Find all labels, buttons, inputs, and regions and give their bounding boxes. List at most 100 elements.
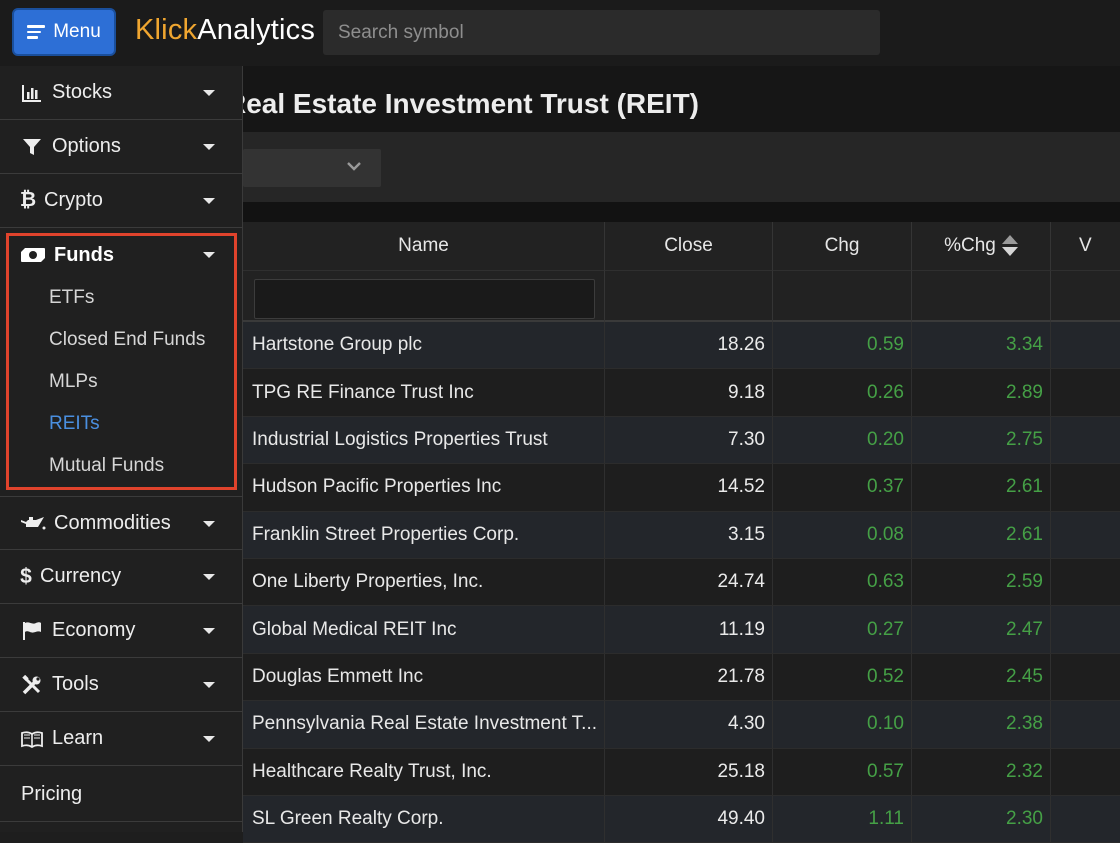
reit-table: Name Close Chg %Chg V Hartstone Group pl… (243, 222, 1120, 843)
dollar-icon: $ (20, 564, 32, 588)
divider (243, 202, 1120, 222)
cell-pchg: 2.75 (912, 416, 1051, 464)
sidebar-item-pricing[interactable]: Pricing (0, 768, 243, 822)
cell-volume (1051, 512, 1120, 558)
cell-name[interactable]: TPG RE Finance Trust Inc (243, 369, 605, 416)
column-header-chg[interactable]: Chg (773, 222, 912, 270)
sidebar-item-label: Economy (52, 619, 136, 641)
table-row[interactable]: Global Medical REIT Inc 11.19 0.27 2.47 (243, 606, 1120, 654)
logo-part-1: Klick (135, 14, 198, 46)
caret-down-icon (203, 198, 215, 204)
top-bar: Menu KlickAnalytics (0, 0, 1120, 66)
table-row[interactable]: Industrial Logistics Properties Trust 7.3… (243, 416, 1120, 465)
cell-volume (1051, 464, 1120, 510)
column-header-close-label: Close (664, 235, 713, 256)
cell-chg: 0.63 (773, 558, 912, 606)
cell-pchg: 2.59 (912, 558, 1051, 606)
column-header-vol-label: V (1079, 235, 1092, 256)
cell-pchg: 3.34 (912, 322, 1051, 369)
sidebar-item-economy[interactable]: Economy (0, 604, 243, 658)
column-header-close[interactable]: Close (605, 222, 773, 270)
cell-name[interactable]: One Liberty Properties, Inc. (243, 558, 605, 606)
filter-bar (243, 132, 1120, 202)
sidebar-item-label: Options (52, 135, 121, 157)
cell-pchg: 2.61 (912, 464, 1051, 511)
cell-chg: 0.59 (773, 322, 912, 369)
cell-close: 14.52 (605, 464, 773, 511)
sidebar-item-label: Currency (40, 565, 122, 587)
sidebar-item-crypto[interactable]: ₿ Crypto (0, 174, 243, 228)
menu-button[interactable]: Menu (12, 8, 116, 56)
cell-chg: 0.27 (773, 606, 912, 653)
table-row[interactable]: Hudson Pacific Properties Inc 14.52 0.37 2.… (243, 464, 1120, 512)
caret-down-icon (203, 144, 215, 150)
caret-down-icon (203, 628, 215, 634)
cell-name[interactable]: SL Green Realty Corp. (243, 795, 605, 843)
cell-close: 18.26 (605, 322, 773, 369)
main-content: Real Estate Investment Trust (REIT) Name… (226, 66, 1120, 843)
sidebar-item-options[interactable]: Options (0, 120, 243, 174)
cell-close: 4.30 (605, 701, 773, 748)
book-icon (20, 730, 44, 748)
search-input[interactable] (323, 10, 880, 55)
caret-down-icon (203, 682, 215, 688)
sidebar-item-label: Crypto (44, 189, 103, 211)
cell-pchg: 2.38 (912, 701, 1051, 748)
cell-volume (1051, 369, 1120, 415)
cell-name[interactable]: Pennsylvania Real Estate Investment T... (243, 701, 605, 748)
table-row[interactable]: Healthcare Realty Trust, Inc. 25.18 0.57 2.… (243, 748, 1120, 796)
filter-icon (20, 137, 44, 157)
filter-dropdown[interactable] (243, 149, 381, 187)
tools-icon (20, 674, 44, 695)
chevron-down-icon (345, 157, 363, 180)
caret-down-icon (203, 574, 215, 580)
sidebar-item-tools[interactable]: Tools (0, 658, 243, 712)
table-row[interactable]: SL Green Realty Corp. 49.40 1.11 2.30 (243, 795, 1120, 843)
cell-close: 24.74 (605, 558, 773, 606)
table-row[interactable]: One Liberty Properties, Inc. 24.74 0.63 2.5… (243, 558, 1120, 607)
column-header-chg-label: Chg (824, 235, 860, 256)
table-row[interactable]: Pennsylvania Real Estate Investment T...… (243, 701, 1120, 749)
column-header-vol[interactable]: V (1051, 222, 1120, 270)
sidebar-item-currency[interactable]: $ Currency (0, 550, 243, 604)
sidebar-item-label: Commodities (54, 511, 171, 534)
caret-down-icon (203, 90, 215, 96)
hamburger-icon (27, 22, 46, 42)
highlight-box (6, 233, 237, 490)
cell-pchg: 2.30 (912, 795, 1051, 843)
sidebar-item-learn[interactable]: Learn (0, 712, 243, 766)
column-header-pchg[interactable]: %Chg (912, 222, 1051, 270)
cell-name[interactable]: Hudson Pacific Properties Inc (243, 464, 605, 511)
cell-name[interactable]: Hartstone Group plc (243, 322, 605, 369)
sidebar-item-commodities[interactable]: Commodities (0, 496, 243, 550)
cell-chg: 0.26 (773, 369, 912, 416)
cell-chg: 0.37 (773, 464, 912, 511)
sort-icon (1001, 234, 1018, 258)
cell-name[interactable]: Global Medical REIT Inc (243, 606, 605, 653)
cell-name[interactable]: Douglas Emmett Inc (243, 653, 605, 701)
cell-name[interactable]: Industrial Logistics Properties Trust (243, 416, 605, 464)
table-row[interactable]: Franklin Street Properties Corp. 3.15 0.08… (243, 511, 1120, 559)
cell-close: 25.18 (605, 748, 773, 795)
cell-close: 3.15 (605, 511, 773, 558)
table-row[interactable]: TPG RE Finance Trust Inc 9.18 0.26 2.89 (243, 369, 1120, 417)
page-title: Real Estate Investment Trust (REIT) (226, 88, 700, 119)
sidebar-item-stocks[interactable]: Stocks (0, 66, 243, 120)
logo[interactable]: KlickAnalytics (135, 14, 315, 47)
cell-close: 9.18 (605, 369, 773, 416)
page-title-bar: Real Estate Investment Trust (REIT) (226, 66, 1120, 132)
cell-pchg: 2.45 (912, 653, 1051, 701)
table-header: Name Close Chg %Chg V (243, 222, 1120, 322)
cell-name[interactable]: Franklin Street Properties Corp. (243, 511, 605, 558)
table-row[interactable]: Hartstone Group plc 18.26 0.59 3.34 (243, 322, 1120, 370)
table-row[interactable]: Douglas Emmett Inc 21.78 0.52 2.45 (243, 653, 1120, 702)
cell-name[interactable]: Healthcare Realty Trust, Inc. (243, 748, 605, 795)
column-header-name[interactable]: Name (243, 222, 605, 270)
bar-chart-icon (20, 84, 44, 102)
filter-cell (773, 270, 912, 322)
bitcoin-icon: ₿ (19, 189, 37, 211)
name-filter-input[interactable] (254, 279, 595, 319)
cell-volume (1051, 701, 1120, 747)
column-header-name-label: Name (398, 235, 449, 256)
caret-down-icon (203, 521, 215, 527)
